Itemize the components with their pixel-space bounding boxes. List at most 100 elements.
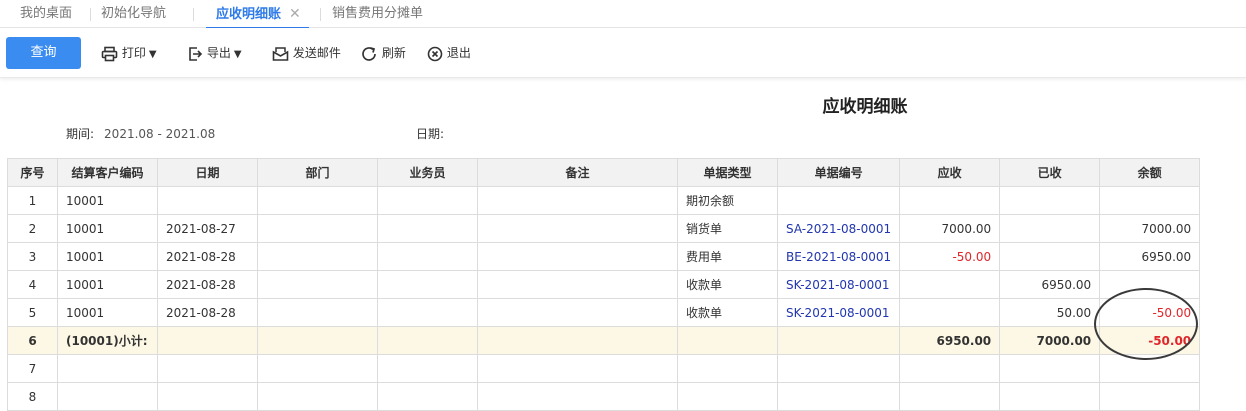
- cell-staff: [377, 270, 478, 299]
- cell-doc[interactable]: [776, 382, 901, 411]
- column-header[interactable]: 应收: [899, 158, 1001, 187]
- cell-doc[interactable]: SK-2021-08-0001: [776, 298, 901, 327]
- column-header[interactable]: 已收: [999, 158, 1101, 187]
- cell-dept: [257, 242, 378, 271]
- cell-date: 2021-08-28: [157, 298, 258, 327]
- tab-label: 销售费用分摊单: [332, 6, 424, 21]
- column-header[interactable]: 备注: [477, 158, 678, 187]
- cell-doc[interactable]: SA-2021-08-0001: [776, 214, 901, 243]
- cell-customer: 10001: [57, 270, 158, 299]
- table-row[interactable]: 3 10001 2021-08-28 费用单 BE-2021-08-0001 -50.00…: [7, 242, 1201, 271]
- tab-label: 我的桌面: [20, 6, 73, 21]
- cell-receivable: [899, 270, 1001, 299]
- date-label: 日期:: [416, 127, 445, 141]
- cell-received: 6950.00: [999, 270, 1101, 299]
- cell-type: 期初余额: [677, 186, 778, 215]
- tab-label: 初始化导航: [101, 6, 167, 21]
- printer-icon: [101, 46, 122, 61]
- cell-customer: 10001: [57, 214, 158, 243]
- cell-balance: [1099, 270, 1201, 299]
- cell-received: [999, 242, 1101, 271]
- cell-balance: [1099, 186, 1201, 215]
- tab-my-desktop[interactable]: 我的桌面: [20, 0, 72, 28]
- cell-received: [999, 214, 1101, 243]
- cell-doc[interactable]: [776, 186, 901, 215]
- cell-received: 7000.00: [999, 326, 1101, 355]
- print-button[interactable]: 打印 ▼: [101, 43, 157, 63]
- refresh-label: 刷新: [381, 46, 406, 60]
- query-button[interactable]: 查询: [6, 37, 81, 69]
- cell-type: 费用单: [677, 242, 778, 271]
- cell-date: 2021-08-28: [157, 270, 258, 299]
- cell-doc[interactable]: [776, 354, 901, 383]
- cell-date: [157, 186, 258, 215]
- cell-seq: 4: [7, 270, 58, 299]
- cell-type: [677, 326, 778, 355]
- column-header[interactable]: 日期: [157, 158, 258, 187]
- close-icon[interactable]: ✕: [289, 0, 301, 28]
- export-button[interactable]: 导出 ▼: [187, 43, 242, 63]
- column-header[interactable]: 单据编号: [776, 158, 901, 187]
- tab-receivable-ledger[interactable]: 应收明细账 ✕: [206, 0, 309, 29]
- cell-note: [477, 298, 678, 327]
- cell-staff: [377, 326, 478, 355]
- cell-date: 2021-08-27: [157, 214, 258, 243]
- cell-doc[interactable]: SK-2021-08-0001: [776, 270, 901, 299]
- cell-seq: 8: [7, 382, 58, 411]
- table-row[interactable]: 2 10001 2021-08-27 销货单 SA-2021-08-0001 7000.0…: [7, 214, 1201, 243]
- column-header[interactable]: 单据类型: [677, 158, 778, 187]
- send-mail-button[interactable]: 发送邮件: [272, 43, 341, 63]
- cell-received: [999, 186, 1101, 215]
- cell-customer: 10001: [57, 186, 158, 215]
- tab-sales-expense-allocation[interactable]: 销售费用分摊单: [332, 0, 423, 28]
- cell-received: [999, 382, 1101, 411]
- cell-dept: [257, 354, 378, 383]
- cell-customer: (10001)小计:: [57, 326, 158, 355]
- column-header[interactable]: 部门: [257, 158, 378, 187]
- cell-received: [999, 354, 1101, 383]
- cell-doc[interactable]: [776, 326, 901, 355]
- table-row[interactable]: 1 10001 期初余额: [7, 186, 1201, 215]
- tab-divider: [193, 8, 194, 21]
- column-header[interactable]: 序号: [7, 158, 58, 187]
- print-label: 打印: [121, 46, 146, 60]
- table-row[interactable]: 6 (10001)小计: 6950.00 7000.00 -50.00: [7, 326, 1201, 355]
- table-header-row: 序号 结算客户编码 日期 部门 业务员 备注 单据类型 单据编号 应收 已收 余…: [7, 158, 1201, 187]
- exit-label: 退出: [446, 46, 471, 60]
- cell-date: [157, 326, 258, 355]
- cell-date: [157, 354, 258, 383]
- table-row[interactable]: 5 10001 2021-08-28 收款单 SK-2021-08-0001 50.00-…: [7, 298, 1201, 327]
- cell-balance: [1099, 382, 1201, 411]
- column-header[interactable]: 余额: [1099, 158, 1201, 187]
- tab-divider: [320, 8, 321, 21]
- exit-button[interactable]: 退出: [427, 43, 471, 63]
- column-header[interactable]: 业务员: [377, 158, 478, 187]
- cell-staff: [377, 214, 478, 243]
- cell-date: [157, 382, 258, 411]
- mail-icon: [272, 46, 293, 61]
- cell-receivable: [899, 382, 1001, 411]
- cell-doc[interactable]: BE-2021-08-0001: [776, 242, 901, 271]
- export-icon: [187, 46, 207, 61]
- cell-note: [477, 214, 678, 243]
- tab-init-guide[interactable]: 初始化导航: [101, 0, 166, 28]
- date-info: 日期:: [416, 125, 444, 142]
- cell-balance: [1099, 354, 1201, 383]
- cell-balance: -50.00: [1099, 298, 1201, 327]
- table-row[interactable]: 7: [7, 354, 1201, 383]
- cell-staff: [377, 382, 478, 411]
- table-row[interactable]: 8: [7, 382, 1201, 411]
- cell-customer: [57, 354, 158, 383]
- table-row[interactable]: 4 10001 2021-08-28 收款单 SK-2021-08-0001 6950.0…: [7, 270, 1201, 299]
- cell-dept: [257, 214, 378, 243]
- cell-seq: 6: [7, 326, 58, 355]
- cell-seq: 3: [7, 242, 58, 271]
- cell-note: [477, 326, 678, 355]
- cell-staff: [377, 354, 478, 383]
- cell-seq: 1: [7, 186, 58, 215]
- refresh-icon: [361, 46, 382, 61]
- column-header[interactable]: 结算客户编码: [57, 158, 158, 187]
- refresh-button[interactable]: 刷新: [361, 43, 406, 63]
- cell-staff: [377, 242, 478, 271]
- cell-type: [677, 382, 778, 411]
